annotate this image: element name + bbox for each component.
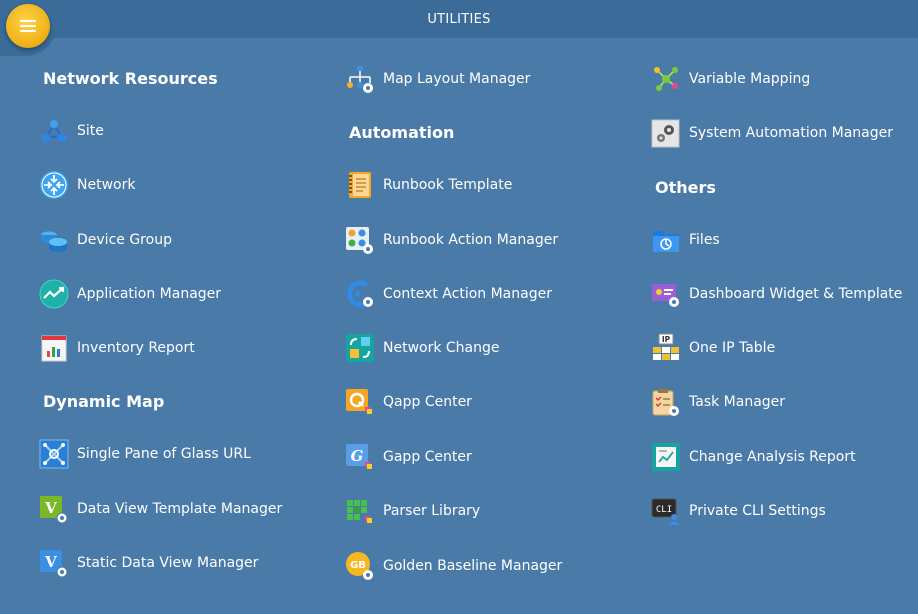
- utility-item-site[interactable]: Site: [39, 115, 104, 147]
- item-label: Site: [77, 123, 104, 139]
- network-icon: [39, 170, 69, 200]
- site-icon: [39, 116, 69, 146]
- utility-item-private-cli-settings[interactable]: CLI Private CLI Settings: [651, 495, 826, 527]
- item-label: Static Data View Manager: [77, 555, 259, 571]
- svg-text:GB: GB: [350, 560, 366, 571]
- item-label: Files: [689, 232, 720, 248]
- private-cli-icon: CLI: [651, 496, 681, 526]
- item-label: Qapp Center: [383, 394, 472, 410]
- item-label: System Automation Manager: [689, 125, 894, 141]
- utility-item-task-manager[interactable]: Task Manager: [651, 386, 785, 418]
- item-label: Private CLI Settings: [689, 503, 826, 519]
- item-label: Network Change: [383, 340, 500, 356]
- svg-text:V: V: [44, 553, 57, 571]
- menu-button[interactable]: [6, 4, 50, 48]
- item-label: Application Manager: [77, 286, 222, 302]
- utility-item-dashboard-widget-template[interactable]: Dashboard Widget & Template: [651, 278, 902, 310]
- item-label: Device Group: [77, 232, 172, 248]
- inventory-report-icon: [39, 333, 69, 363]
- page-title: UTILITIES: [427, 11, 491, 27]
- utility-item-parser-library[interactable]: Parser Library: [345, 495, 480, 527]
- utility-item-context-action-manager[interactable]: Context Action Manager: [345, 278, 552, 310]
- application-manager-icon: [39, 279, 69, 309]
- one-ip-table-icon: IP: [651, 333, 681, 363]
- item-label: Golden Baseline Manager: [383, 558, 563, 574]
- item-label: Map Layout Manager: [383, 71, 531, 87]
- utility-item-device-group[interactable]: Device Group: [39, 224, 172, 256]
- task-manager-icon: [651, 387, 681, 417]
- utility-item-system-automation-manager[interactable]: System Automation Manager: [651, 117, 893, 149]
- static-data-view-icon: V: [39, 548, 69, 578]
- svg-text:V: V: [44, 499, 57, 517]
- device-group-icon: [39, 225, 69, 255]
- context-action-icon: [345, 279, 375, 309]
- network-change-icon: [345, 333, 375, 363]
- runbook-action-icon: [345, 225, 375, 255]
- utility-item-files[interactable]: Files: [651, 224, 720, 256]
- item-label: Runbook Template: [383, 177, 513, 193]
- item-label: Context Action Manager: [383, 286, 552, 302]
- utility-item-static-data-view-manager[interactable]: V Static Data View Manager: [39, 547, 258, 579]
- utility-item-network-change[interactable]: Network Change: [345, 332, 500, 364]
- svg-text:IP: IP: [662, 335, 671, 344]
- data-view-template-icon: V: [39, 494, 69, 524]
- item-label: Variable Mapping: [689, 71, 811, 87]
- utility-item-network[interactable]: Network: [39, 169, 135, 201]
- variable-mapping-icon: [651, 64, 681, 94]
- item-label: Change Analysis Report: [689, 449, 856, 465]
- single-pane-icon: [39, 439, 69, 469]
- hamburger-icon: [20, 20, 36, 32]
- item-label: Gapp Center: [383, 449, 472, 465]
- item-label: One IP Table: [689, 340, 776, 356]
- system-automation-icon: [651, 118, 681, 148]
- svg-text:G: G: [351, 447, 364, 465]
- utility-item-application-manager[interactable]: Application Manager: [39, 278, 221, 310]
- section-heading-others: Others: [655, 178, 716, 197]
- section-heading-network-resources: Network Resources: [43, 69, 218, 88]
- utility-item-qapp-center[interactable]: Qapp Center: [345, 386, 472, 418]
- item-label: Single Pane of Glass URL: [77, 446, 251, 462]
- item-label: Data View Template Manager: [77, 501, 283, 517]
- parser-library-icon: [345, 496, 375, 526]
- utility-item-one-ip-table[interactable]: IP One IP Table: [651, 332, 775, 364]
- section-heading-automation: Automation: [349, 123, 455, 142]
- qapp-center-icon: [345, 387, 375, 417]
- utility-item-gapp-center[interactable]: G Gapp Center: [345, 441, 472, 473]
- svg-text:CLI: CLI: [656, 505, 672, 515]
- utility-item-runbook-template[interactable]: Runbook Template: [345, 169, 512, 201]
- item-label: Inventory Report: [77, 340, 195, 356]
- utility-item-variable-mapping[interactable]: Variable Mapping: [651, 63, 810, 95]
- utility-item-data-view-template-manager[interactable]: V Data View Template Manager: [39, 493, 282, 525]
- utility-item-inventory-report[interactable]: Inventory Report: [39, 332, 195, 364]
- item-label: Task Manager: [689, 394, 786, 410]
- item-label: Runbook Action Manager: [383, 232, 559, 248]
- gapp-center-icon: G: [345, 442, 375, 472]
- utility-item-single-pane-of-glass-url[interactable]: Single Pane of Glass URL: [39, 438, 251, 470]
- map-layout-icon: [345, 64, 375, 94]
- files-icon: [651, 225, 681, 255]
- runbook-template-icon: [345, 170, 375, 200]
- item-label: Dashboard Widget & Template: [689, 286, 903, 302]
- item-label: Parser Library: [383, 503, 481, 519]
- dashboard-widget-icon: [651, 279, 681, 309]
- utility-item-map-layout-manager[interactable]: Map Layout Manager: [345, 63, 530, 95]
- menu-button-tab: [0, 0, 56, 56]
- item-label: Network: [77, 177, 136, 193]
- title-bar: UTILITIES: [0, 0, 918, 38]
- change-analysis-icon: [651, 442, 681, 472]
- golden-baseline-icon: GB: [345, 551, 375, 581]
- utility-item-change-analysis-report[interactable]: Change Analysis Report: [651, 441, 856, 473]
- utility-item-runbook-action-manager[interactable]: Runbook Action Manager: [345, 224, 558, 256]
- section-heading-dynamic-map: Dynamic Map: [43, 392, 165, 411]
- utility-item-golden-baseline-manager[interactable]: GB Golden Baseline Manager: [345, 550, 562, 582]
